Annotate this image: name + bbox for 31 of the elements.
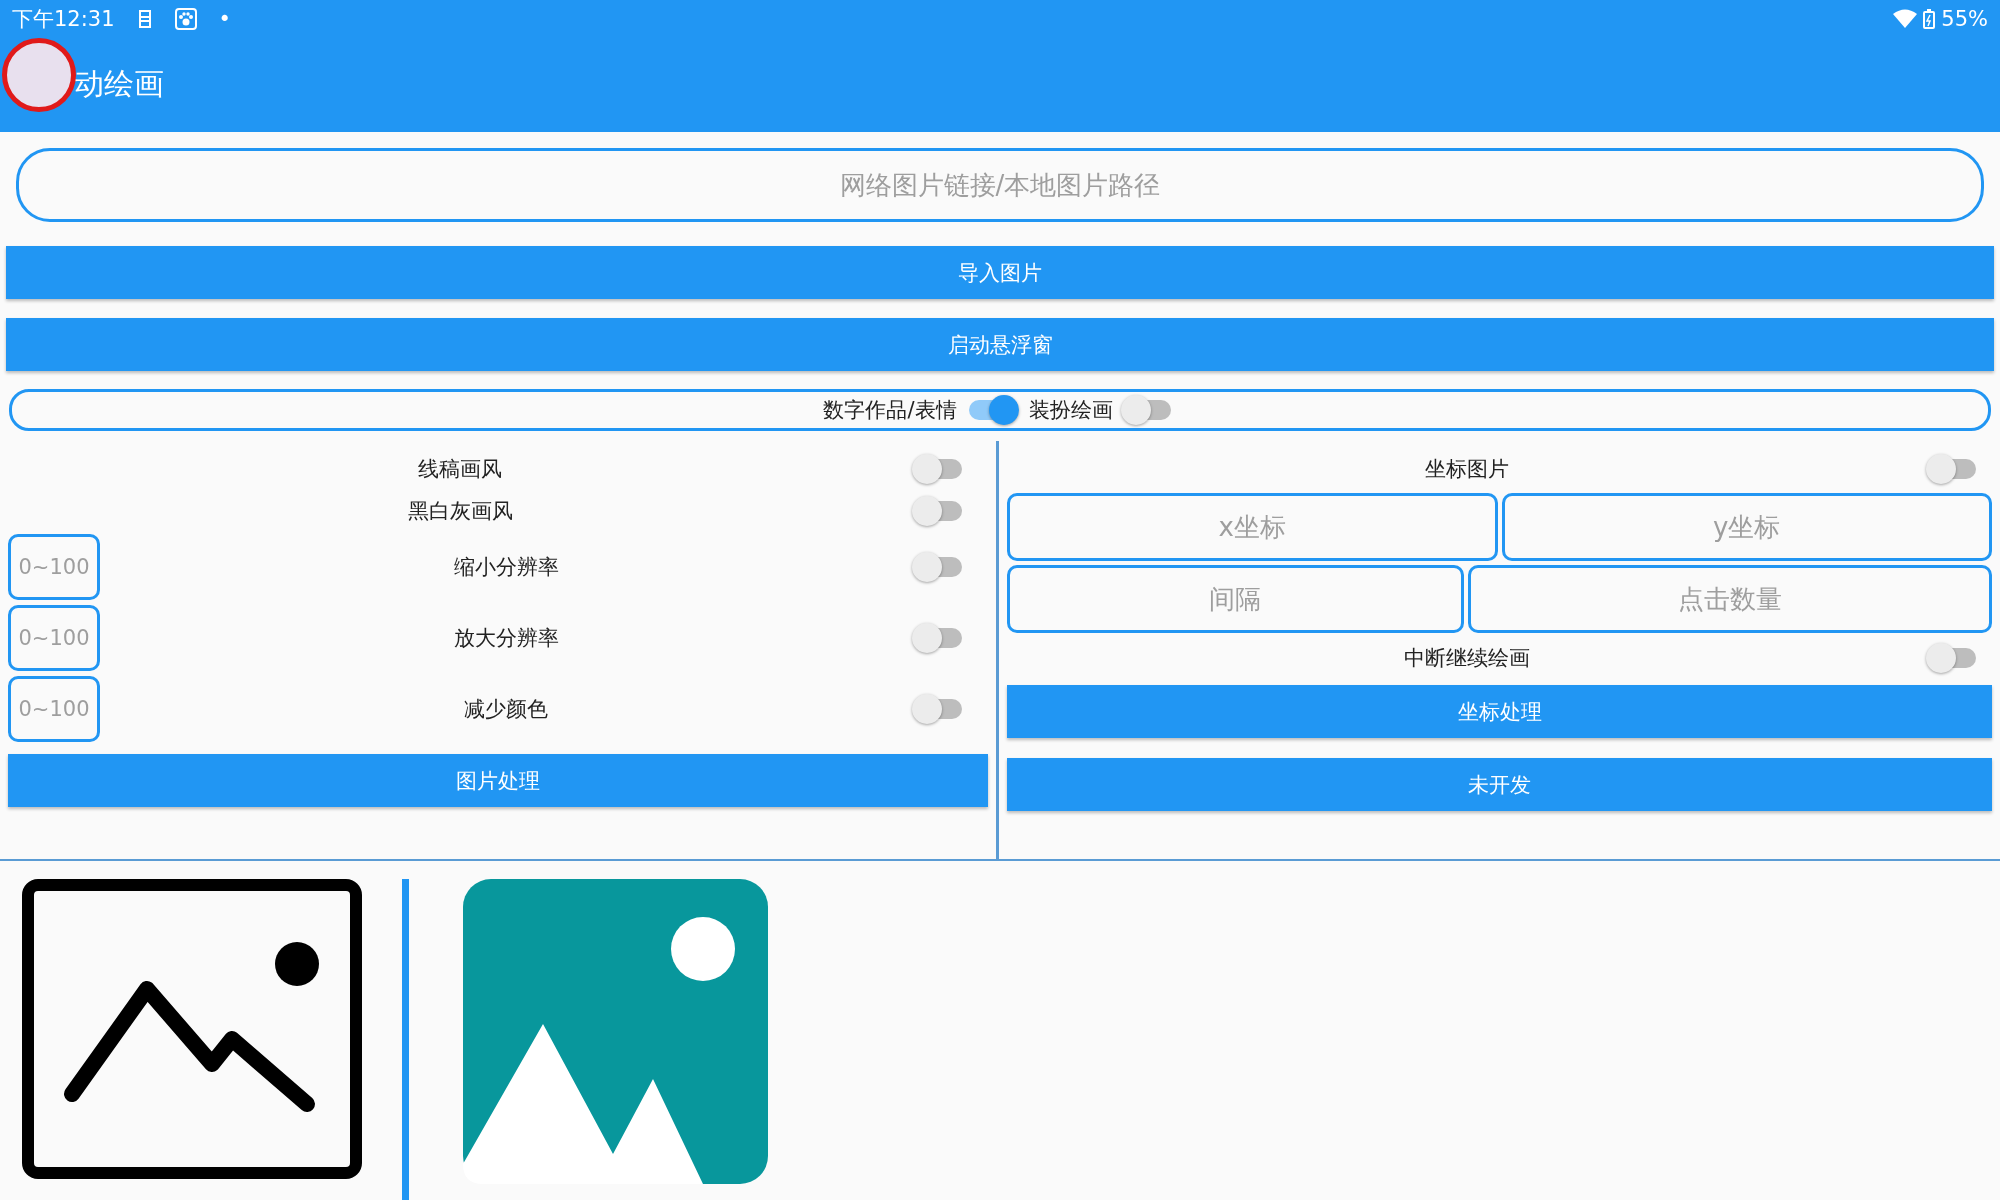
- coordinate-field[interactable]: 点击数量: [1467, 565, 1992, 633]
- action-button[interactable]: 导入图片: [6, 246, 1994, 299]
- image-outline-icon: [22, 879, 362, 1179]
- percent-field[interactable]: 0~100: [8, 533, 100, 600]
- battery-percent: 55%: [1941, 7, 1988, 31]
- option-label: 减少颜色: [464, 695, 548, 723]
- status-time: 下午12:31: [12, 6, 115, 33]
- option-label: 线稿画风: [418, 456, 502, 483]
- status-dot: •: [218, 7, 231, 31]
- percent-field[interactable]: 0~100: [8, 675, 100, 742]
- process-image-button[interactable]: 图片处理: [8, 754, 988, 807]
- wifi-icon: [1893, 9, 1918, 29]
- option-label: 黑白灰画风: [407, 498, 513, 525]
- image-icon: [463, 879, 768, 1184]
- option-label: 缩小分辨率: [453, 553, 559, 581]
- mode-label: 数字作品/表情: [823, 397, 957, 424]
- coordinate-field[interactable]: x坐标: [1007, 493, 1498, 561]
- paw-icon: [174, 8, 197, 30]
- option-label: 坐标图片: [1424, 456, 1509, 483]
- mode-label: 装扮绘画: [1028, 397, 1113, 424]
- app-title: 动绘画: [74, 65, 164, 103]
- option-label: 中断继续绘画: [1403, 645, 1530, 672]
- coordinate-field[interactable]: 间隔: [1007, 565, 1464, 633]
- url-field[interactable]: 网络图片链接/本地图片路径: [16, 148, 1984, 222]
- action-button[interactable]: 坐标处理: [1007, 685, 1992, 738]
- percent-field[interactable]: 0~100: [8, 604, 100, 671]
- battery-icon: [1923, 9, 1936, 29]
- coordinate-field[interactable]: y坐标: [1501, 493, 1992, 561]
- action-button[interactable]: 未开发: [1007, 758, 1992, 811]
- option-label: 放大分辨率: [453, 624, 559, 652]
- action-button[interactable]: 启动悬浮窗: [6, 318, 1994, 371]
